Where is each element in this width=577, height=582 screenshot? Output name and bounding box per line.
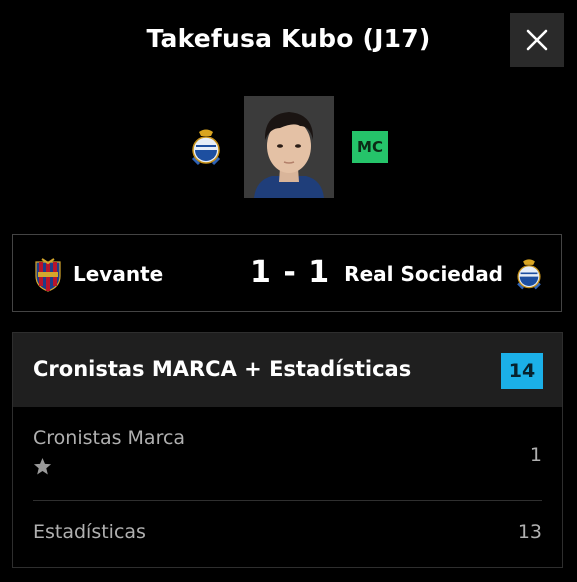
ratings-row-label: Cronistas Marca bbox=[33, 427, 186, 449]
match-result: Levante 1 - 1 Real Sociedad bbox=[12, 234, 562, 312]
levante-crest-icon bbox=[35, 258, 61, 292]
player-title: Takefusa Kubo (J17) bbox=[146, 24, 431, 53]
ratings-title: Cronistas MARCA + Estadísticas bbox=[33, 357, 412, 381]
close-icon bbox=[526, 29, 548, 51]
real-sociedad-crest-icon bbox=[191, 129, 221, 166]
close-button[interactable] bbox=[510, 13, 564, 67]
ratings-row-label: Estadísticas bbox=[33, 521, 146, 543]
player-photo bbox=[244, 96, 334, 198]
ratings-header: Cronistas MARCA + Estadísticas 14 bbox=[13, 333, 562, 407]
match-score: 1 - 1 bbox=[250, 255, 331, 290]
away-team-name: Real Sociedad bbox=[344, 262, 503, 286]
home-team-name: Levante bbox=[73, 262, 164, 286]
ratings-row-estadisticas: Estadísticas 13 bbox=[33, 501, 542, 567]
ratings-row-cronistas: Cronistas Marca 1 bbox=[33, 407, 542, 501]
position-badge: MC bbox=[352, 131, 388, 163]
ratings-panel: Cronistas MARCA + Estadísticas 14 Cronis… bbox=[12, 332, 563, 568]
ratings-row-value: 1 bbox=[529, 444, 542, 466]
star-icon bbox=[33, 457, 52, 475]
ratings-row-value: 13 bbox=[517, 521, 542, 543]
total-score-badge: 14 bbox=[501, 353, 543, 389]
real-sociedad-crest-icon bbox=[517, 259, 541, 290]
